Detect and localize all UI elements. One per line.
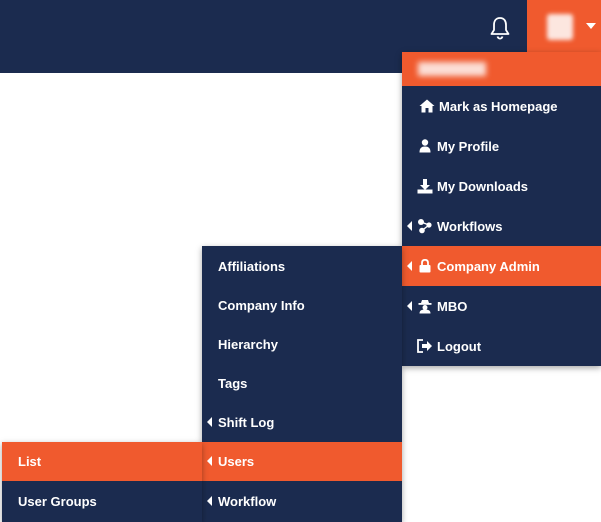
submenu-item-workflow[interactable]: Workflow	[202, 481, 402, 522]
menu-item-label: Company Admin	[437, 258, 540, 274]
user-icon	[417, 138, 433, 154]
submenu-item-label: Affiliations	[218, 258, 286, 274]
menu-item-mbo[interactable]: MBO	[402, 286, 601, 326]
menu-item-logout[interactable]: Logout	[402, 326, 601, 366]
menu-item-label: MBO	[437, 298, 468, 314]
submenu-arrow-icon	[407, 221, 412, 231]
bell-icon[interactable]	[487, 14, 513, 42]
user-dropdown-menu: ████████ Mark as Homepage My Profile My …	[402, 52, 601, 366]
home-icon	[419, 98, 435, 114]
avatar	[547, 14, 573, 40]
submenu-arrow-icon	[407, 261, 412, 271]
logout-icon	[417, 338, 433, 354]
submenu-arrow-icon	[207, 496, 212, 506]
users-submenu: List User Groups	[2, 442, 202, 522]
spy-icon	[417, 298, 433, 314]
menu-item-my-downloads[interactable]: My Downloads	[402, 166, 601, 206]
company-admin-submenu: Affiliations Company Info Hierarchy Tags…	[202, 246, 402, 522]
submenu-item-label: Workflow	[218, 494, 277, 509]
user-name: ████████	[418, 62, 487, 76]
submenu-item-list[interactable]: List	[2, 442, 202, 481]
submenu-item-label: User Groups	[18, 494, 97, 509]
submenu-item-label: Users	[218, 454, 255, 469]
submenu-item-hierarchy[interactable]: Hierarchy	[202, 325, 402, 364]
workflow-icon	[417, 218, 433, 234]
user-menu-button[interactable]	[527, 0, 601, 52]
submenu-item-users[interactable]: Users	[202, 442, 402, 481]
submenu-item-label: Tags	[218, 376, 248, 391]
menu-item-label: My Downloads	[437, 178, 529, 194]
menu-item-label: Logout	[437, 338, 482, 354]
menu-item-company-admin[interactable]: Company Admin	[402, 246, 601, 286]
menu-item-my-profile[interactable]: My Profile	[402, 126, 601, 166]
submenu-item-label: List	[18, 454, 42, 469]
submenu-item-shift-log[interactable]: Shift Log	[202, 403, 402, 442]
submenu-arrow-icon	[407, 301, 412, 311]
menu-item-label: Mark as Homepage	[439, 98, 558, 114]
submenu-item-label: Hierarchy	[218, 337, 278, 352]
submenu-item-label: Company Info	[218, 298, 305, 313]
download-icon	[417, 178, 433, 194]
caret-down-icon	[586, 23, 596, 29]
submenu-arrow-icon	[207, 456, 212, 466]
submenu-item-tags[interactable]: Tags	[202, 364, 402, 403]
menu-item-workflows[interactable]: Workflows	[402, 206, 601, 246]
lock-icon	[417, 258, 433, 274]
submenu-item-company-info[interactable]: Company Info	[202, 286, 402, 325]
submenu-item-user-groups[interactable]: User Groups	[2, 481, 202, 522]
submenu-item-affiliations[interactable]: Affiliations	[202, 246, 402, 286]
user-name-header: ████████	[402, 52, 601, 86]
menu-item-label: My Profile	[437, 138, 500, 154]
menu-item-mark-as-homepage[interactable]: Mark as Homepage	[402, 86, 601, 126]
submenu-arrow-icon	[207, 417, 212, 427]
menu-item-label: Workflows	[437, 218, 503, 234]
submenu-item-label: Shift Log	[218, 415, 275, 430]
